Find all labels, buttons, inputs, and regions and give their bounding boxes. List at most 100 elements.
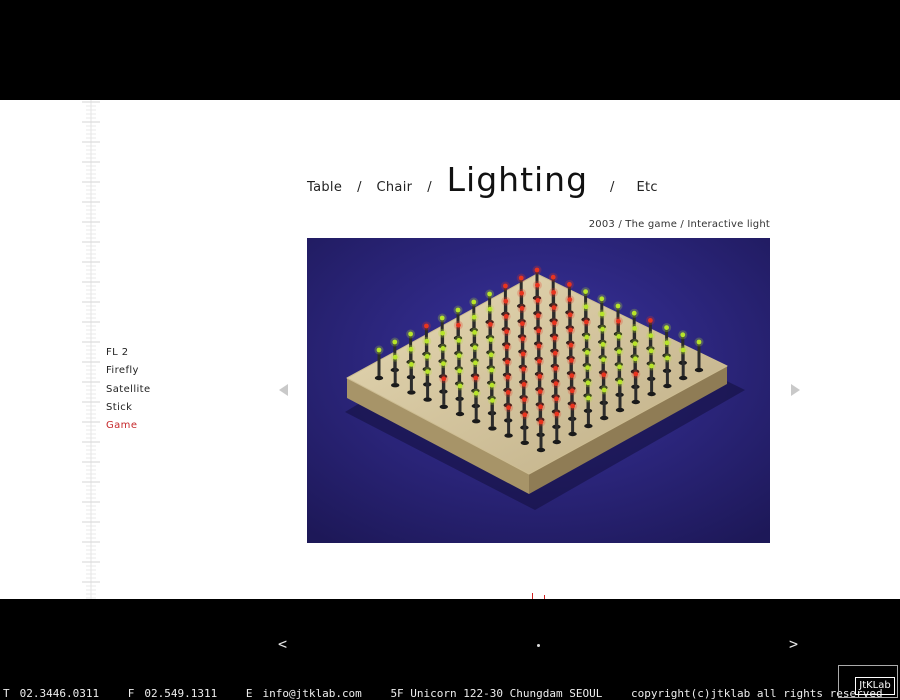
- led-glow: [486, 335, 496, 345]
- led-glow: [406, 329, 416, 339]
- led-glow: [517, 288, 527, 298]
- led-glow: [438, 343, 448, 353]
- logo-text: JtKLab: [855, 677, 895, 695]
- led-glow: [694, 337, 704, 347]
- led-glow: [565, 310, 575, 320]
- led-glow: [597, 294, 607, 304]
- submenu-item-stick[interactable]: Stick: [106, 401, 151, 419]
- led-base: [663, 383, 672, 389]
- led-glow: [501, 311, 511, 321]
- led-glow: [645, 315, 655, 325]
- led-glow: [566, 355, 576, 365]
- led-glow: [455, 381, 465, 391]
- led-glow: [549, 318, 559, 328]
- jtklab-logo[interactable]: JtKLab: [838, 665, 898, 698]
- led-glow: [519, 395, 529, 405]
- led-glow: [597, 309, 607, 319]
- led-glow: [613, 316, 623, 326]
- submenu-item-firefly[interactable]: Firefly: [106, 364, 151, 382]
- led-glow: [469, 297, 479, 307]
- led-glow: [422, 351, 432, 361]
- led-glow: [662, 338, 672, 348]
- led-glow: [390, 352, 400, 362]
- submenu-item-game[interactable]: Game: [106, 419, 151, 437]
- category-table[interactable]: Table: [307, 180, 342, 195]
- led-glow: [500, 281, 510, 291]
- led-glow: [536, 417, 546, 427]
- led-glow: [406, 359, 416, 369]
- led-glow: [566, 340, 576, 350]
- led-glow: [535, 371, 545, 381]
- led-glow: [533, 311, 543, 321]
- led-glow: [503, 387, 513, 397]
- led-glow: [582, 347, 592, 357]
- led-glow: [487, 395, 497, 405]
- bottom-prev-button[interactable]: <: [278, 635, 287, 653]
- led-base: [472, 419, 481, 424]
- footer-contact: T 02.3446.0311 F 02.549.1311 Einfo@jtklab.…: [3, 687, 900, 700]
- email-key: E: [245, 687, 253, 700]
- led-glow: [469, 312, 479, 322]
- prev-image-arrow-icon[interactable]: [279, 384, 288, 396]
- category-lighting[interactable]: Lighting: [447, 160, 588, 199]
- led-base: [631, 399, 640, 405]
- email-link[interactable]: info@jtklab.com: [262, 687, 361, 700]
- led-glow: [533, 295, 543, 305]
- led-base: [391, 383, 400, 388]
- led-glow: [455, 366, 465, 376]
- led-glow: [583, 378, 593, 388]
- led-glow: [552, 409, 562, 419]
- led-glow: [662, 353, 672, 363]
- category-chair[interactable]: Chair: [377, 180, 413, 195]
- led-glow: [487, 365, 497, 375]
- led-glow: [470, 327, 480, 337]
- led-glow: [550, 348, 560, 358]
- led-glow: [536, 402, 546, 412]
- category-nav: Table / Chair / Lighting / Etc: [307, 160, 658, 200]
- led-glow: [565, 295, 575, 305]
- product-photo: [307, 238, 770, 543]
- led-glow: [581, 317, 591, 327]
- led-glow: [535, 387, 545, 397]
- product-caption: 2003 / The game / Interactive light: [588, 219, 770, 230]
- led-glow: [517, 319, 527, 329]
- vertical-ruler: [80, 100, 102, 599]
- led-glow: [568, 401, 578, 411]
- led-glow: [504, 403, 514, 413]
- led-glow: [502, 327, 512, 337]
- bottom-bar: < > T 02.3446.0311 F 02.549.1311 Einfo@jtk…: [0, 599, 900, 700]
- submenu-item-satellite[interactable]: Satellite: [106, 383, 151, 401]
- led-base: [439, 404, 448, 409]
- led-base: [455, 411, 465, 417]
- led-base: [615, 407, 625, 413]
- led-base: [423, 397, 432, 402]
- page-dot-icon[interactable]: [537, 644, 540, 647]
- led-glow: [471, 388, 481, 398]
- submenu-item-fl2[interactable]: FL 2: [106, 346, 151, 364]
- fax-key: F: [127, 687, 135, 700]
- led-glow: [421, 321, 431, 331]
- led-glow: [520, 410, 530, 420]
- led-glow: [646, 331, 656, 341]
- separator: /: [610, 180, 615, 195]
- category-etc[interactable]: Etc: [636, 180, 657, 195]
- led-glow: [615, 362, 625, 372]
- led-glow: [519, 364, 529, 374]
- content-area: Table / Chair / Lighting / Etc 2003 / Th…: [0, 100, 900, 599]
- led-glow: [567, 371, 577, 381]
- led-glow: [615, 377, 625, 387]
- next-image-arrow-icon[interactable]: [791, 384, 800, 396]
- led-base: [407, 390, 416, 395]
- bottom-next-button[interactable]: >: [789, 635, 798, 653]
- led-glow: [566, 325, 576, 335]
- led-glow: [614, 331, 624, 341]
- led-base: [488, 426, 497, 431]
- led-base: [679, 375, 688, 381]
- led-glow: [630, 323, 640, 333]
- led-glow: [503, 372, 513, 382]
- fax-number: 02.549.1311: [144, 687, 218, 700]
- led-glow: [516, 273, 526, 283]
- led-glow: [662, 323, 672, 333]
- led-glow: [485, 304, 495, 314]
- led-glow: [582, 332, 592, 342]
